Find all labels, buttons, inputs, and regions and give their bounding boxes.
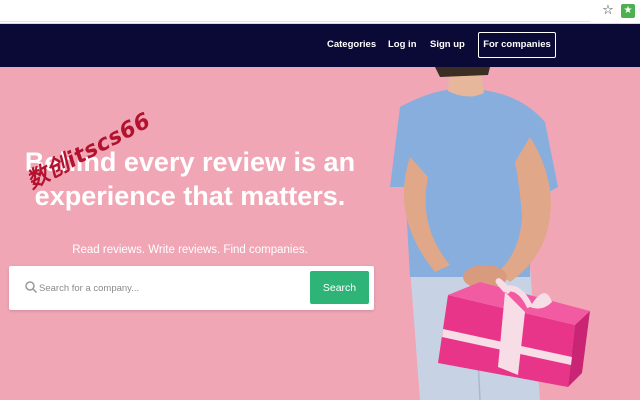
star-icon[interactable]: ☆ — [601, 4, 615, 18]
site-navbar: Categories Log in Sign up For companies — [0, 24, 640, 67]
browser-toolbar: ☆ ★ — [0, 0, 640, 24]
hero-section: Behind every review is an experience tha… — [0, 67, 640, 400]
nav-categories-link[interactable]: Categories — [327, 24, 376, 67]
address-bar[interactable] — [0, 0, 590, 22]
search-button[interactable]: Search — [310, 271, 369, 304]
hero-subline: Read reviews. Write reviews. Find compan… — [72, 244, 308, 256]
nav-signup-link[interactable]: Sign up — [430, 24, 465, 67]
headline-line-2: experience that matters. — [34, 181, 346, 211]
extension-icon[interactable]: ★ — [621, 4, 635, 18]
search-icon — [25, 281, 38, 294]
nav-login-link[interactable]: Log in — [388, 24, 417, 67]
person-with-gift-image — [390, 67, 590, 400]
company-search-form: Search — [9, 266, 374, 310]
company-search-input[interactable] — [39, 276, 299, 300]
for-companies-button[interactable]: For companies — [478, 32, 556, 58]
